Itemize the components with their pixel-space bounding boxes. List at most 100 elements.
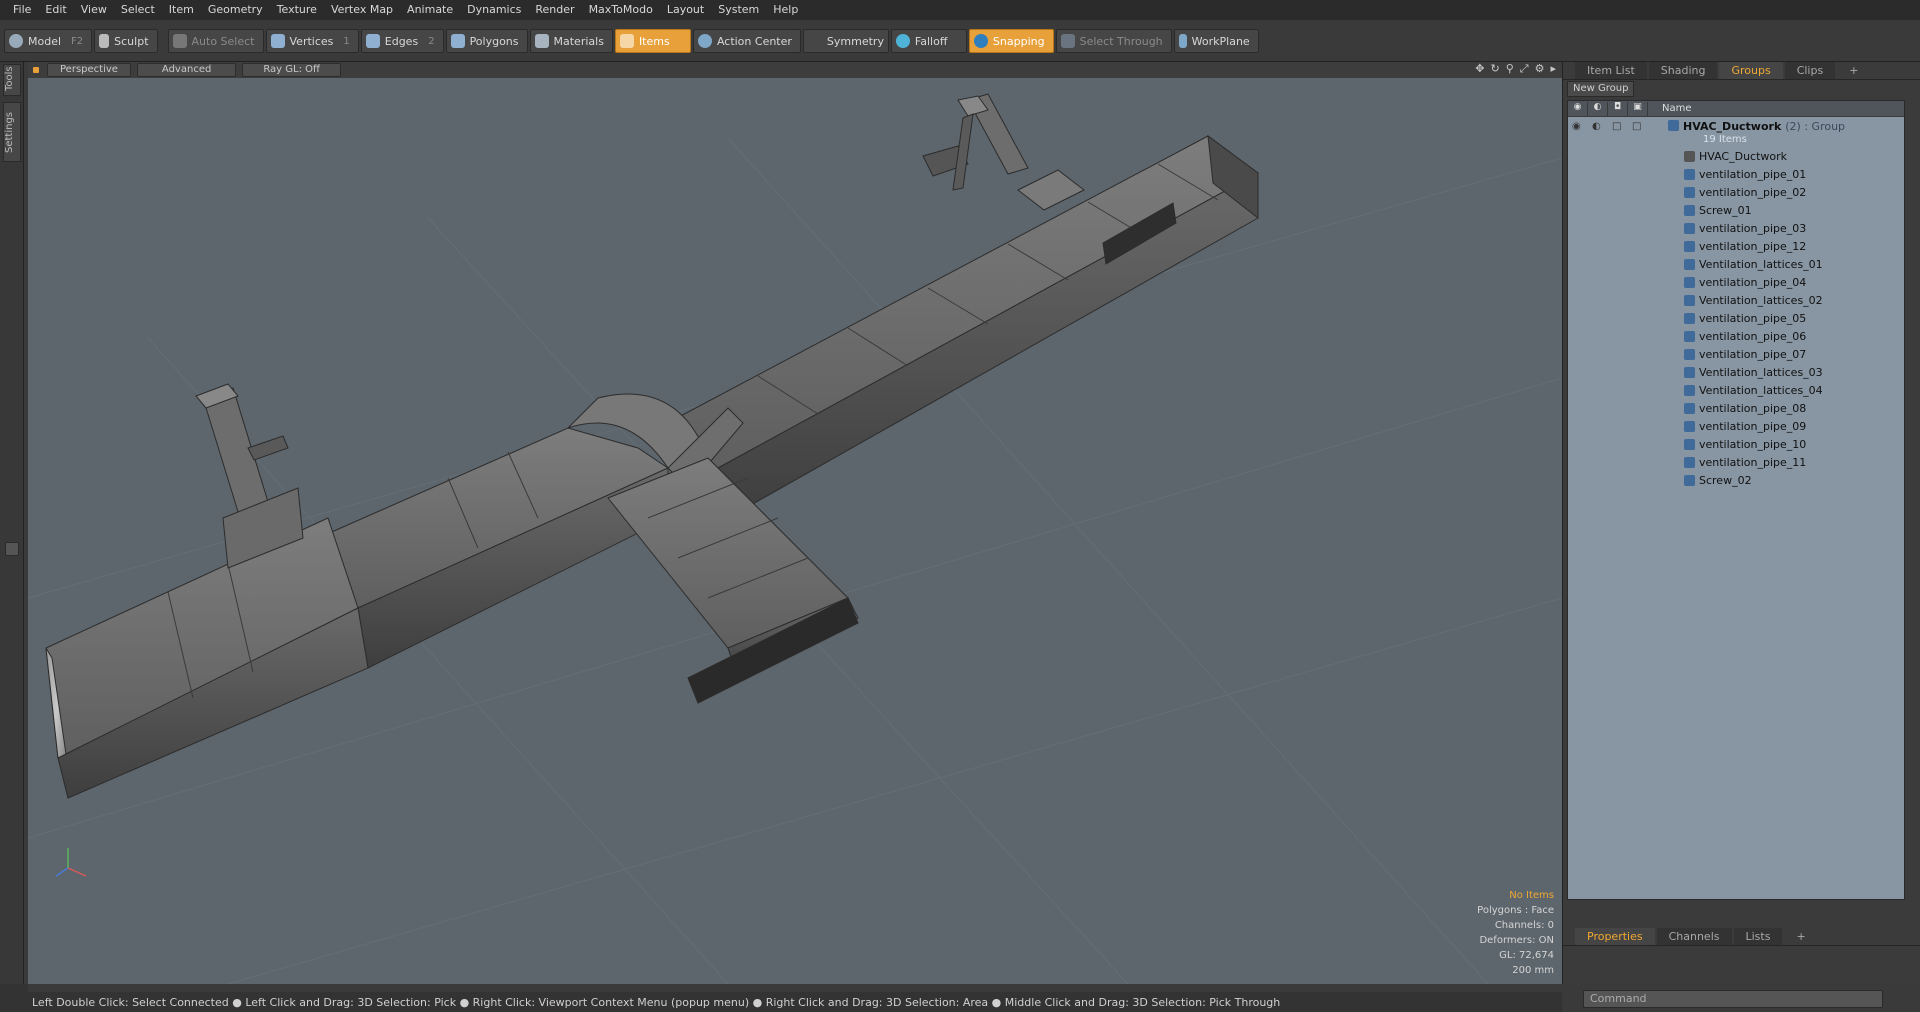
polygons-button[interactable]: Polygons <box>445 29 528 53</box>
status-corner <box>0 984 28 1012</box>
menu-edit[interactable]: Edit <box>38 0 73 20</box>
list-item[interactable]: Ventilation_lattices_03 <box>1568 363 1904 381</box>
items-button[interactable]: Items <box>614 29 691 53</box>
menu-file[interactable]: File <box>6 0 38 20</box>
list-item[interactable]: ventilation_pipe_03 <box>1568 219 1904 237</box>
list-item[interactable]: ventilation_pipe_01 <box>1568 165 1904 183</box>
list-item[interactable]: ventilation_pipe_05 <box>1568 309 1904 327</box>
render-column-icon[interactable]: ◐ <box>1588 101 1608 116</box>
list-item[interactable]: ventilation_pipe_09 <box>1568 417 1904 435</box>
menu-dynamics[interactable]: Dynamics <box>460 0 528 20</box>
list-item[interactable]: ventilation_pipe_06 <box>1568 327 1904 345</box>
3d-viewport[interactable]: No Items Polygons : Face Channels: 0 Def… <box>28 78 1562 984</box>
list-item[interactable]: Ventilation_lattices_04 <box>1568 381 1904 399</box>
mesh-icon <box>1684 366 1695 378</box>
right-panel: Item List Shading Groups Clips + New Gro… <box>1562 62 1920 1008</box>
auto-select-button[interactable]: Auto Select <box>167 29 264 53</box>
edges-label: Edges <box>384 34 419 48</box>
chevron-right-icon[interactable]: ▸ <box>1550 62 1556 76</box>
edges-button[interactable]: Edges 2 <box>360 29 444 53</box>
add-tab-button[interactable]: + <box>1837 62 1870 79</box>
menu-maxtomodo[interactable]: MaxToModo <box>582 0 660 20</box>
view-type-button[interactable]: Perspective <box>47 63 131 77</box>
list-item[interactable]: ventilation_pipe_10 <box>1568 435 1904 453</box>
tab-tools[interactable]: Tools <box>3 64 21 96</box>
model-button[interactable]: Model F2 <box>4 29 93 53</box>
list-item[interactable]: ventilation_pipe_08 <box>1568 399 1904 417</box>
select-through-button[interactable]: Select Through <box>1055 29 1172 53</box>
menu-select[interactable]: Select <box>114 0 162 20</box>
workplane-button[interactable]: WorkPlane <box>1173 29 1259 53</box>
groups-tree[interactable]: ◉ ◐ ◘ ▣ Name ◉ ◐ □ □ HVAC_Ductwork (2) :… <box>1567 100 1905 900</box>
mesh-icon <box>1684 384 1695 396</box>
item-name: ventilation_pipe_05 <box>1699 311 1807 325</box>
vertices-button[interactable]: Vertices 1 <box>265 29 359 53</box>
command-input[interactable]: Command <box>1583 990 1883 1008</box>
tab-clips[interactable]: Clips <box>1784 62 1836 79</box>
sculpt-button[interactable]: Sculpt <box>94 29 158 53</box>
raygl-toggle[interactable]: Ray GL: Off <box>242 63 341 77</box>
menu-texture[interactable]: Texture <box>270 0 324 20</box>
tab-shading[interactable]: Shading <box>1648 62 1718 79</box>
list-item[interactable]: ventilation_pipe_12 <box>1568 237 1904 255</box>
eye-icon[interactable]: ◉ <box>1572 121 1581 132</box>
shading-mode-button[interactable]: Advanced <box>136 63 237 77</box>
action-center-button[interactable]: Action Center <box>692 29 801 53</box>
tab-item-list[interactable]: Item List <box>1575 62 1647 79</box>
list-item[interactable]: HVAC_Ductwork <box>1568 147 1904 165</box>
menu-geometry[interactable]: Geometry <box>201 0 270 20</box>
menu-item[interactable]: Item <box>162 0 201 20</box>
falloff-icon <box>895 34 910 48</box>
list-item[interactable]: Ventilation_lattices_01 <box>1568 255 1904 273</box>
item-name: ventilation_pipe_01 <box>1699 167 1807 181</box>
name-column-header[interactable]: Name <box>1648 103 1692 114</box>
render-icon[interactable]: ◐ <box>1592 121 1601 132</box>
zoom-icon[interactable]: ⚲ <box>1506 62 1514 76</box>
pan-icon[interactable]: ✥ <box>1475 62 1484 76</box>
list-item[interactable]: Ventilation_lattices_02 <box>1568 291 1904 309</box>
select-column-icon[interactable]: ▣ <box>1628 101 1648 116</box>
visibility-column-icon[interactable]: ◉ <box>1568 101 1588 116</box>
group-row[interactable]: ◉ ◐ □ □ HVAC_Ductwork (2) : Group 19 Ite… <box>1568 117 1904 147</box>
mesh-icon <box>1684 204 1695 216</box>
viewport-menu-dot[interactable] <box>33 67 39 73</box>
tab-properties[interactable]: Properties <box>1575 928 1655 945</box>
list-item[interactable]: ventilation_pipe_04 <box>1568 273 1904 291</box>
mesh-icon <box>1684 474 1695 486</box>
menu-system[interactable]: System <box>711 0 766 20</box>
menu-view[interactable]: View <box>74 0 114 20</box>
snapping-button[interactable]: Snapping <box>968 29 1054 53</box>
materials-button[interactable]: Materials <box>529 29 613 53</box>
tab-settings[interactable]: Settings <box>3 102 21 162</box>
gear-icon[interactable]: ⚙ <box>1535 62 1545 76</box>
menu-layout[interactable]: Layout <box>660 0 711 20</box>
panel-toggle-handle[interactable] <box>5 542 19 556</box>
axis-gizmo <box>55 848 87 877</box>
symmetry-button[interactable]: Symmetry <box>802 29 889 53</box>
list-item[interactable]: ventilation_pipe_11 <box>1568 453 1904 471</box>
list-item[interactable]: Screw_01 <box>1568 201 1904 219</box>
falloff-button[interactable]: Falloff <box>890 29 967 53</box>
tab-groups[interactable]: Groups <box>1719 62 1783 79</box>
menu-vertex-map[interactable]: Vertex Map <box>324 0 400 20</box>
tab-channels[interactable]: Channels <box>1656 928 1732 945</box>
tab-lists[interactable]: Lists <box>1733 928 1783 945</box>
menu-help[interactable]: Help <box>766 0 805 20</box>
left-tool-strip: Tools Settings <box>0 62 24 984</box>
select-icon[interactable]: □ <box>1632 121 1641 132</box>
lock-column-icon[interactable]: ◘ <box>1608 101 1628 116</box>
selection-info: No Items <box>1509 890 1554 901</box>
list-item[interactable]: ventilation_pipe_02 <box>1568 183 1904 201</box>
maximize-icon[interactable]: ⤢ <box>1520 62 1529 76</box>
mesh-icon <box>1684 348 1695 360</box>
menu-render[interactable]: Render <box>528 0 581 20</box>
lock-icon[interactable]: □ <box>1612 121 1621 132</box>
list-item[interactable]: ventilation_pipe_07 <box>1568 345 1904 363</box>
workplane-label: WorkPlane <box>1191 34 1250 48</box>
list-item[interactable]: Screw_02 <box>1568 471 1904 489</box>
rotate-icon[interactable]: ↻ <box>1491 62 1500 76</box>
menu-animate[interactable]: Animate <box>400 0 460 20</box>
add-tab-button[interactable]: + <box>1784 928 1817 945</box>
item-name: Ventilation_lattices_03 <box>1699 365 1823 379</box>
new-group-button[interactable]: New Group <box>1567 81 1635 97</box>
